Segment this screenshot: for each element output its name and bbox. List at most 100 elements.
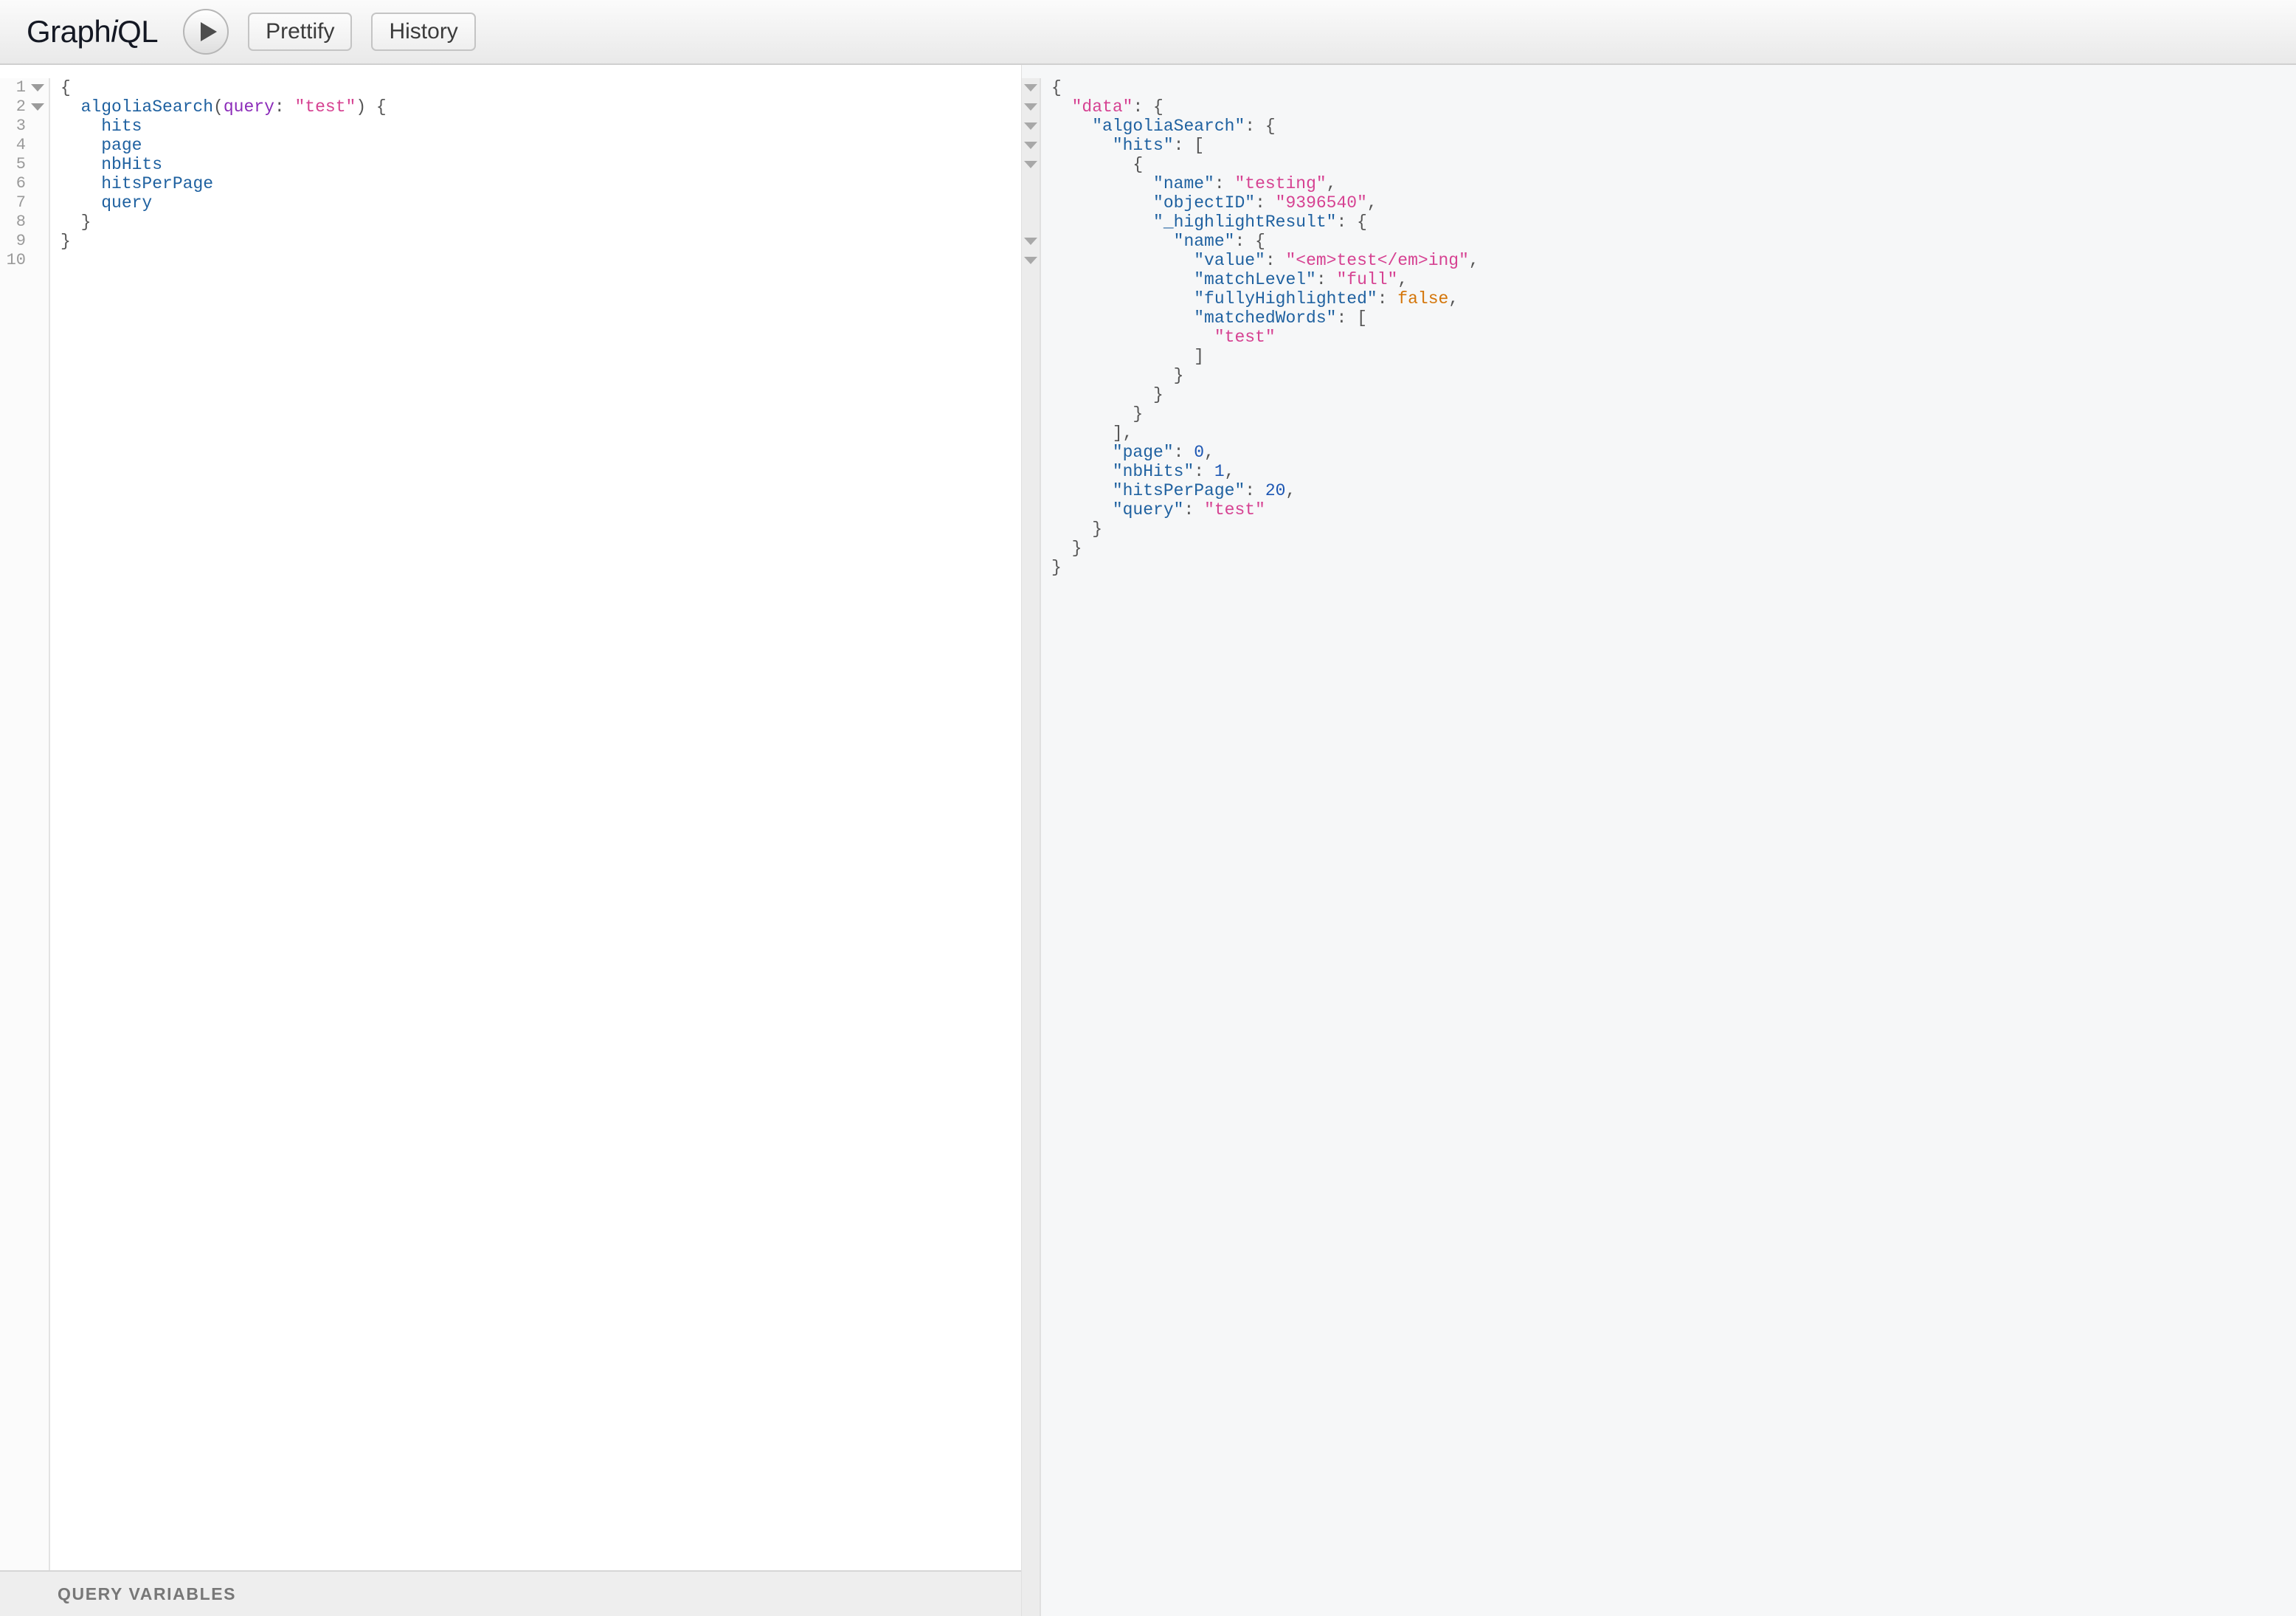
result-gutter-row xyxy=(1022,270,1040,289)
result-gutter-row xyxy=(1022,539,1040,558)
history-button[interactable]: History xyxy=(371,13,476,51)
execute-query-button[interactable] xyxy=(183,9,229,55)
code-token: "test" xyxy=(294,97,356,117)
line-number: 6 xyxy=(15,174,26,193)
code-token: "data" xyxy=(1071,97,1133,117)
code-token: "test" xyxy=(1204,500,1265,519)
code-token: algoliaSearch xyxy=(80,97,214,117)
history-button-label: History xyxy=(389,19,458,44)
query-editor[interactable]: 1 2 3 4 5 6 7 8 9 10 { algoliaSearch(query: "test… xyxy=(0,65,1021,1570)
code-token: ( xyxy=(213,97,224,117)
code-line: } xyxy=(1051,539,2296,558)
code-token: , xyxy=(1224,462,1235,481)
code-line: algoliaSearch(query: "test") { xyxy=(60,97,1021,117)
code-line: "objectID": "9396540", xyxy=(1051,193,2296,213)
fold-arrow-icon[interactable] xyxy=(31,103,44,111)
code-token: } xyxy=(1051,519,1103,539)
code-token: "_highlightResult" xyxy=(1153,213,1337,232)
prettify-button-label: Prettify xyxy=(266,19,335,44)
code-token: : { xyxy=(1336,213,1367,232)
code-token: ] xyxy=(1051,347,1205,366)
gutter-row: 2 xyxy=(0,97,49,117)
code-token: : xyxy=(1245,481,1265,500)
toolbar: GraphiQL Prettify History xyxy=(0,0,2296,65)
code-token: : xyxy=(1265,251,1286,270)
code-token: { xyxy=(60,78,71,97)
code-token: , xyxy=(1366,193,1377,213)
result-gutter-row xyxy=(1022,251,1040,270)
code-token: , xyxy=(1448,289,1459,308)
code-line: } xyxy=(60,213,1021,232)
code-line: hitsPerPage xyxy=(60,174,1021,193)
fold-arrow-icon[interactable] xyxy=(1024,122,1037,130)
code-token: nbHits xyxy=(101,155,163,174)
code-token: : xyxy=(1214,174,1235,193)
code-token: : [ xyxy=(1336,308,1367,328)
code-token: query xyxy=(101,193,153,213)
code-token: } xyxy=(1051,404,1144,424)
code-line: page xyxy=(60,136,1021,155)
code-token: } xyxy=(60,232,71,251)
gutter-row: 8 xyxy=(0,213,49,232)
gutter-row: 4 xyxy=(0,136,49,155)
prettify-button[interactable]: Prettify xyxy=(248,13,353,51)
code-token: { xyxy=(1051,155,1144,174)
fold-arrow-icon[interactable] xyxy=(1024,84,1037,91)
result-viewer[interactable]: { "data": { "algoliaSearch": { "hits": [… xyxy=(1041,78,2296,1616)
code-line: } xyxy=(60,232,1021,251)
gutter-row: 7 xyxy=(0,193,49,213)
code-line: "name": { xyxy=(1051,232,2296,251)
query-code[interactable]: { algoliaSearch(query: "test") { hits pa… xyxy=(50,78,1021,1570)
result-gutter-row xyxy=(1022,347,1040,366)
code-token: "nbHits" xyxy=(1112,462,1194,481)
line-number: 1 xyxy=(15,78,26,97)
code-token: : xyxy=(1194,462,1214,481)
code-line: { xyxy=(60,78,1021,97)
code-token: page xyxy=(101,136,142,155)
code-token: "matchedWords" xyxy=(1194,308,1337,328)
code-token: ) { xyxy=(356,97,387,117)
code-token: } xyxy=(1051,366,1184,385)
code-line: } xyxy=(1051,519,2296,539)
code-token: } xyxy=(1051,539,1082,558)
code-token: "objectID" xyxy=(1153,193,1256,213)
code-line: "page": 0, xyxy=(1051,443,2296,462)
result-gutter-row xyxy=(1022,424,1040,443)
fold-arrow-icon[interactable] xyxy=(1024,103,1037,111)
line-number: 2 xyxy=(15,97,26,116)
result-gutter-row xyxy=(1022,117,1040,136)
line-number: 8 xyxy=(15,213,26,231)
fold-arrow-icon[interactable] xyxy=(1024,142,1037,149)
code-line: "name": "testing", xyxy=(1051,174,2296,193)
result-gutter-row xyxy=(1022,232,1040,251)
code-token: false xyxy=(1397,289,1449,308)
fold-arrow-icon[interactable] xyxy=(1024,257,1037,264)
code-line: ] xyxy=(1051,347,2296,366)
query-variables-title: QUERY VARIABLES xyxy=(58,1584,237,1603)
gutter-row: 10 xyxy=(0,251,49,270)
fold-arrow-icon[interactable] xyxy=(1024,161,1037,168)
code-token: hits xyxy=(101,117,142,136)
fold-arrow-icon[interactable] xyxy=(31,84,44,91)
code-line: } xyxy=(1051,385,2296,404)
result-gutter-row xyxy=(1022,174,1040,193)
fold-arrow-icon[interactable] xyxy=(1024,238,1037,245)
code-line: } xyxy=(1051,404,2296,424)
query-variables-bar[interactable]: QUERY VARIABLES xyxy=(0,1570,1021,1616)
gutter-row: 9 xyxy=(0,232,49,251)
graphiql-logo: GraphiQL xyxy=(27,14,159,49)
line-number: 5 xyxy=(15,155,26,173)
result-gutter-row xyxy=(1022,136,1040,155)
result-gutter xyxy=(1022,78,1041,1616)
query-pane: 1 2 3 4 5 6 7 8 9 10 { algoliaSearch(query: "test… xyxy=(0,65,1022,1616)
code-token: "query" xyxy=(1112,500,1184,519)
